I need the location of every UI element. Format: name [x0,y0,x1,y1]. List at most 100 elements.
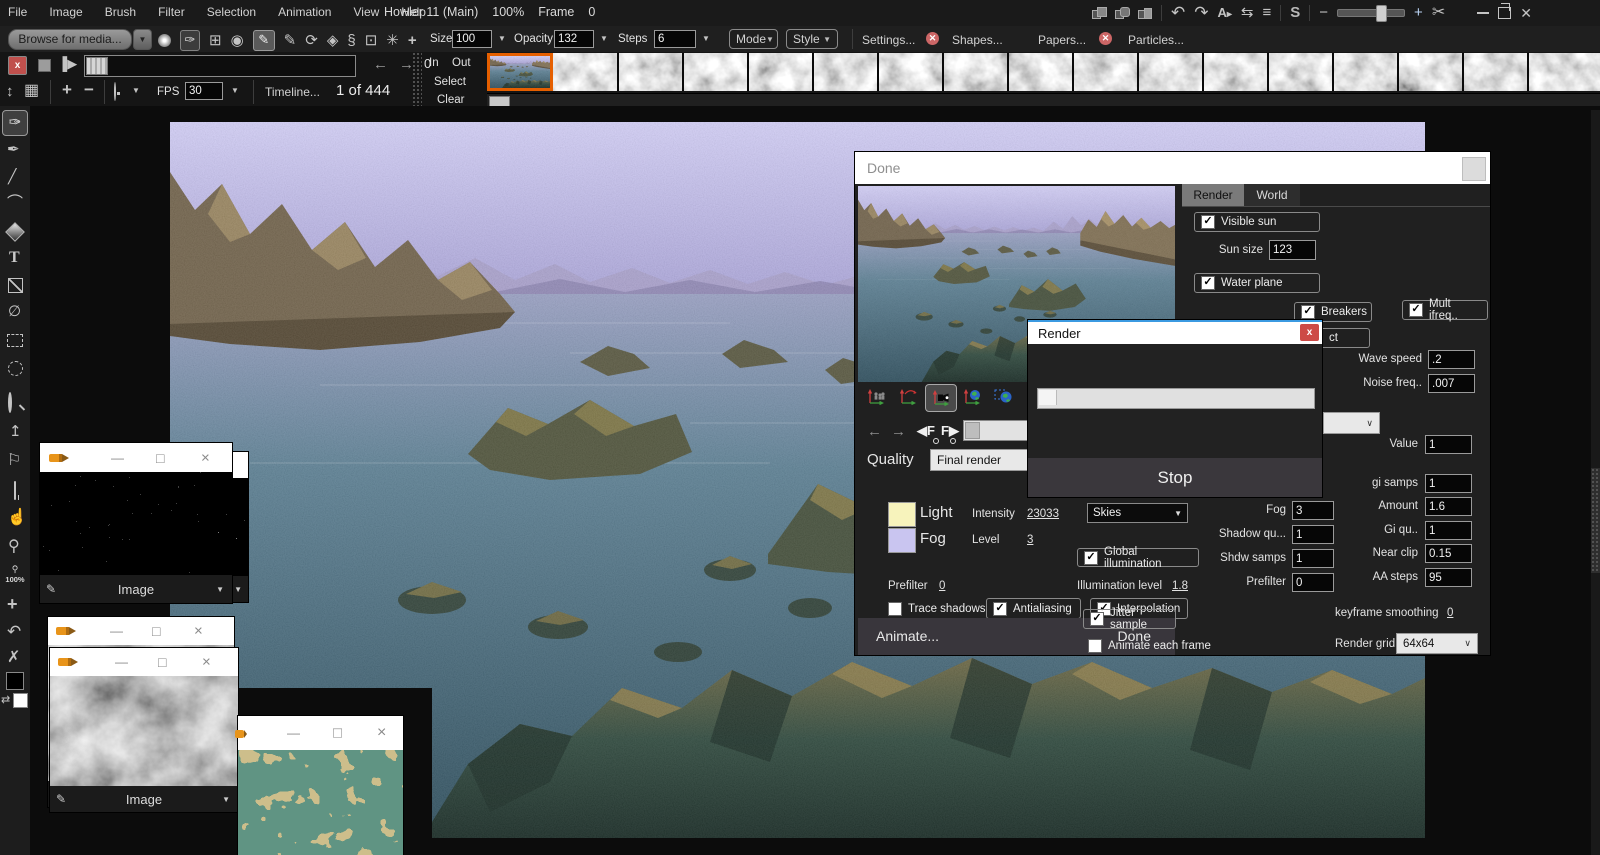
out-label[interactable]: Out [452,57,471,69]
world-box-button[interactable] [989,384,1019,410]
move-tool[interactable]: + [7,595,18,613]
secondary-color-swatch[interactable] [13,693,28,708]
camera-mode-people-button[interactable] [861,384,891,410]
world-globe-button[interactable] [957,384,987,410]
checkbox-icon[interactable] [1409,303,1423,317]
prev-frame-icon[interactable]: ← [373,57,388,72]
flag-tool[interactable]: ⚐ [7,453,21,469]
wave-speed-input[interactable] [1428,350,1475,369]
menu-file[interactable]: File [8,5,27,19]
amount-input[interactable] [1425,497,1472,516]
steps-input[interactable] [654,30,696,48]
intensity-value[interactable]: 23033 [1027,508,1059,520]
crosshair-icon[interactable]: + [408,33,417,48]
water-plane-checkbox[interactable]: Water plane [1194,273,1320,293]
picker-pencil-icon[interactable]: ✎ [56,792,66,806]
prev-keyframe-icon[interactable]: ◀F [917,423,935,439]
settings-button[interactable]: Settings... [862,33,915,47]
curve-tool[interactable]: ⌒ [7,196,23,212]
mult-ifreq-checkbox[interactable]: Mult ifreq.. [1402,300,1488,320]
clear-label[interactable]: Clear [437,94,464,106]
jitter-sample-checkbox[interactable]: Jitter sample [1083,609,1176,629]
window-minimize-icon[interactable] [1477,12,1489,14]
browse-media-dropdown[interactable]: ▼ [133,29,152,50]
next-keyframe-icon[interactable]: F▶ [941,423,959,439]
image-source-label[interactable]: Image [118,582,154,597]
timeline-button[interactable]: Timeline... [265,85,320,99]
paste-image-icon[interactable] [1092,7,1106,19]
particles-button[interactable]: Particles... [1128,33,1184,47]
breakers-checkbox[interactable]: Breakers [1294,302,1372,322]
pin-tool[interactable]: ↥ [9,424,22,439]
image-window-smoke[interactable]: — □ × ✎ Image ▼ [50,648,238,812]
soft-brush-icon[interactable] [158,34,171,47]
camo-texture[interactable] [238,750,403,855]
magnifier-tool[interactable] [8,392,12,413]
sky-type-dropdown[interactable]: ∨ [1323,412,1380,434]
chevron-down-icon[interactable]: ▼ [234,585,242,594]
film-icon[interactable]: ▦ [24,83,39,99]
window-minimize-icon[interactable]: — [110,625,123,638]
window-maximize-icon[interactable]: □ [333,726,342,741]
window-close-icon[interactable]: × [201,450,210,465]
filmstrip-scrollbar[interactable] [487,93,1600,107]
paint-brush-tool[interactable]: ✒ [7,142,20,157]
tab-render[interactable]: Render [1182,184,1244,206]
swap-arrows-icon[interactable]: ⇆ [1241,5,1254,20]
window-minimize-icon[interactable]: — [287,727,300,740]
window-minimize-icon[interactable]: — [111,451,124,464]
filmstrip[interactable] [553,53,1600,91]
styles-icon[interactable]: S [1290,5,1300,20]
checkbox-icon[interactable] [1201,215,1215,229]
image-window-noise[interactable]: — □ × ✎ Image ▼ [40,443,232,603]
window-footer[interactable]: ✎ Image ▼ [40,575,232,603]
aa-steps-input[interactable] [1425,568,1472,587]
light-color-swatch[interactable] [888,502,916,527]
undo-icon[interactable]: ↶ [1171,4,1185,21]
window-titlebar[interactable]: — □ × [238,716,403,750]
checkbox-icon[interactable] [1084,551,1098,565]
level-value[interactable]: 3 [1027,534,1033,546]
window-footer[interactable]: ✎ Image ▼ [50,786,238,812]
in-label[interactable]: In [429,57,439,69]
mode-dropdown[interactable]: Mode▼ [729,29,778,49]
fog-amount-input[interactable] [1292,501,1334,520]
warp-diamond-icon[interactable]: ◈ [327,33,339,48]
image-window-camo[interactable]: — □ × [238,716,403,855]
fog-color-swatch[interactable] [888,528,916,553]
line-tool[interactable]: ╱ [8,169,16,183]
skies-dropdown[interactable]: Skies▼ [1087,503,1188,523]
puzzle-icon[interactable]: ⊞ [209,33,222,48]
text-tool[interactable]: T [9,249,20,267]
notes-icon[interactable]: ⊡ [365,33,378,48]
gi-quality-input[interactable] [1425,521,1472,540]
select-label[interactable]: Select [434,76,466,88]
fps-input[interactable] [185,82,223,100]
bulb-dropdown-icon[interactable]: ▼ [132,87,140,95]
zoom-slider-thumb[interactable] [1376,5,1387,22]
illumination-level-value[interactable]: 1.8 [1172,580,1188,592]
tab-world[interactable]: World [1244,184,1300,206]
keyframe-smoothing-value[interactable]: 0 [1447,607,1453,619]
menu-animation[interactable]: Animation [278,5,331,19]
window-maximize-icon[interactable]: □ [158,655,166,669]
list-icon[interactable]: ≡ [1263,5,1272,20]
stop-icon[interactable] [38,59,51,72]
airbrush-tool[interactable]: ✑ [2,110,28,136]
refresh-icon[interactable]: ⟳ [305,33,318,48]
noise-texture[interactable] [40,472,232,575]
browse-media-button[interactable]: Browse for media... [8,29,132,50]
checkbox-icon[interactable] [1090,612,1104,626]
camera-view-button[interactable] [925,384,957,412]
fps-dropdown-icon[interactable]: ▼ [231,87,239,95]
zoom-slider[interactable] [1337,9,1405,17]
menu-brush[interactable]: Brush [105,5,136,19]
animate-each-frame-checkbox[interactable]: Animate each frame [1088,638,1211,654]
undo-tool[interactable]: ↶ [7,623,21,640]
close-timeline-button[interactable]: x [8,56,27,75]
shadow-samples-input[interactable] [1292,549,1334,568]
window-titlebar[interactable]: — □ × [50,648,238,676]
step-forward-icon[interactable]: → [891,423,906,440]
dialog-scrub-bar[interactable] [963,420,1033,441]
canvas-vscrollbar[interactable] [1591,110,1600,855]
